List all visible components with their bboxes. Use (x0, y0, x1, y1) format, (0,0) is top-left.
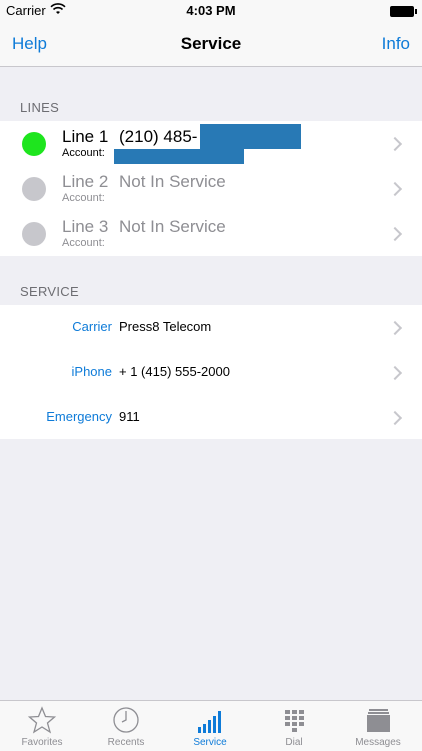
line-status-indicator (22, 222, 46, 246)
chevron-right-icon (387, 320, 403, 336)
tab-label: Service (193, 737, 227, 748)
tab-label: Messages (355, 737, 401, 748)
chevron-right-icon (387, 410, 403, 426)
service-value: 911 (119, 409, 140, 424)
line-number: (210) 485- (119, 127, 198, 146)
line-number: Not In Service (119, 217, 226, 236)
page-title: Service (180, 34, 242, 53)
tab-dial[interactable]: Dial (252, 701, 336, 751)
service-row-iphone[interactable]: iPhone + 1 (415) 555-2000 (0, 350, 422, 395)
tab-bar: Favorites Recents Service Dial Messages (0, 700, 422, 751)
chevron-right-icon (387, 136, 403, 152)
line-name: Line 2 (62, 172, 109, 191)
info-button[interactable]: Info (382, 34, 410, 54)
service-label: Emergency (46, 409, 112, 424)
tab-messages[interactable]: Messages (336, 701, 420, 751)
star-icon (27, 706, 57, 734)
tab-label: Favorites (21, 737, 63, 748)
tab-service[interactable]: Service (168, 701, 252, 751)
line-status-indicator (22, 132, 46, 156)
line-name: Line 3 (62, 217, 109, 236)
line-row-2[interactable]: Line 2 Not In Service Account: (0, 166, 422, 211)
line-row-1[interactable]: Line 1 (210) 485- Account: (0, 121, 422, 166)
lines-section-header: LINES (20, 100, 60, 115)
service-label: Carrier (72, 319, 112, 334)
status-bar: Carrier 4:03 PM (0, 0, 422, 22)
chevron-right-icon (387, 365, 403, 381)
service-value: + 1 (415) 555-2000 (119, 364, 230, 379)
tab-recents[interactable]: Recents (84, 701, 168, 751)
line-name: Line 1 (62, 127, 109, 146)
line-number: Not In Service (119, 172, 226, 191)
keypad-icon (285, 710, 304, 732)
tab-label: Recents (107, 737, 145, 748)
navigation-bar: Help Service Info (0, 22, 422, 67)
lines-group: Line 1 (210) 485- Account: Line 2 Not In… (0, 121, 422, 256)
line-account-label: Account: (62, 192, 105, 204)
service-row-emergency[interactable]: Emergency 911 (0, 395, 422, 440)
line-row-3[interactable]: Line 3 Not In Service Account: (0, 211, 422, 256)
chevron-right-icon (387, 181, 403, 197)
tab-favorites[interactable]: Favorites (0, 701, 84, 751)
chevron-right-icon (387, 226, 403, 242)
line-account-label: Account: (62, 237, 105, 249)
messages-icon (367, 709, 390, 732)
signal-bars-icon (198, 711, 221, 733)
line-status-indicator (22, 177, 46, 201)
tab-label: Dial (285, 737, 303, 748)
clock-icon (113, 707, 139, 733)
redaction-bar (200, 124, 301, 149)
line-account-label: Account: (62, 147, 105, 159)
service-section-header: SERVICE (20, 284, 79, 299)
clock-time: 4:03 PM (186, 3, 236, 18)
redaction-bar (114, 149, 244, 164)
battery-icon (390, 6, 417, 17)
service-group: Carrier Press8 Telecom iPhone + 1 (415) … (0, 305, 422, 439)
service-label: iPhone (71, 364, 112, 379)
service-row-carrier[interactable]: Carrier Press8 Telecom (0, 305, 422, 350)
service-value: Press8 Telecom (119, 319, 212, 334)
